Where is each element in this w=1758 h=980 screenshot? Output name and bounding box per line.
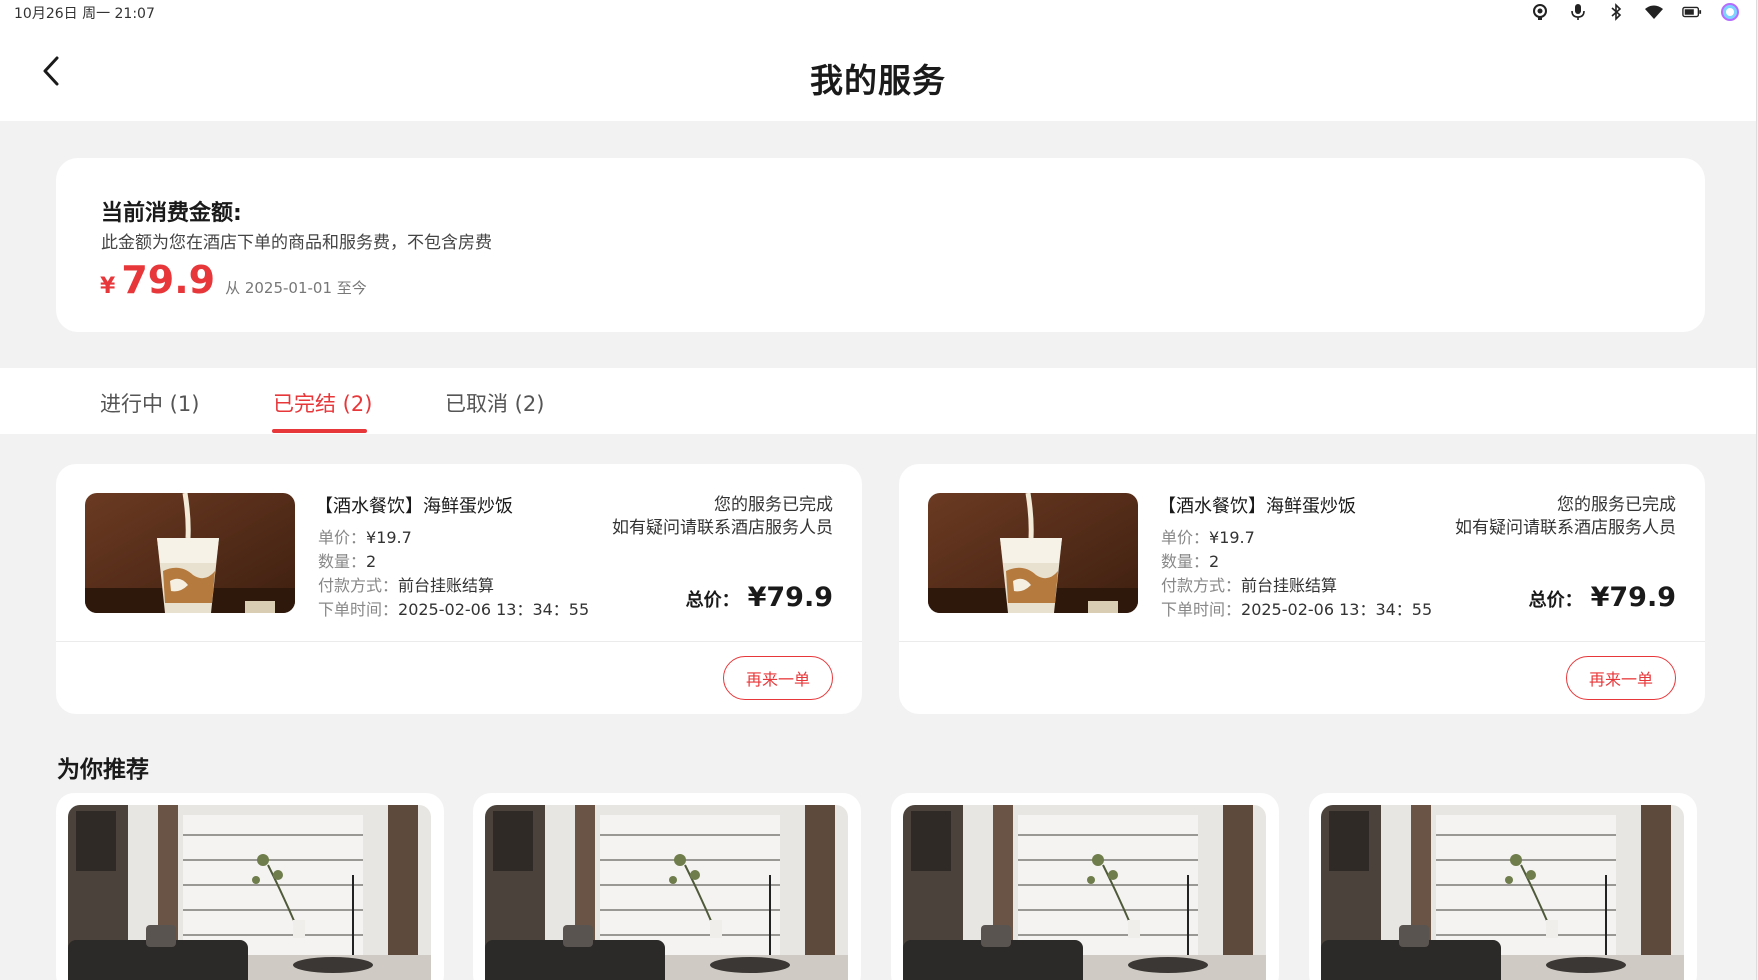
order-total: 总价： ¥79.9 (686, 582, 833, 613)
top-navbar: 我的服务 (0, 24, 1756, 121)
order-status: 您的服务已完成 如有疑问请联系酒店服务人员 (1455, 494, 1676, 540)
wifi-icon (1644, 2, 1664, 22)
battery-icon (1682, 2, 1702, 22)
total-label: 总价： (1528, 590, 1583, 611)
tab-completed[interactable]: 已完结 (2) (273, 388, 372, 418)
divider (56, 641, 862, 642)
order-time-label: 下单时间： (318, 600, 399, 619)
status-icons (1530, 1, 1740, 23)
status-time: 10月26日 周一 21:07 (14, 6, 155, 22)
unit-price-label: 单价： (1161, 528, 1210, 547)
product-image (85, 493, 295, 613)
amount-since: 从 2025-01-01 至今 (225, 279, 367, 297)
quantity-label: 数量： (1161, 552, 1210, 571)
amount-currency: ¥ (100, 274, 116, 299)
active-tab-underline (272, 429, 367, 433)
payment-label: 付款方式： (318, 576, 399, 595)
payment-label: 付款方式： (1161, 576, 1242, 595)
recommend-card[interactable] (891, 793, 1279, 980)
order-unit-price: 单价：¥19.7 (318, 524, 412, 548)
reorder-button[interactable]: 再来一单 (723, 656, 833, 700)
unit-price-value: ¥19.7 (1209, 528, 1255, 547)
order-time-label: 下单时间： (1161, 600, 1242, 619)
order-total: 总价： ¥79.9 (1529, 582, 1676, 613)
divider (899, 641, 1705, 642)
page-title: 我的服务 (810, 61, 946, 100)
order-card: 【酒水餐饮】海鲜蛋炒饭 单价：¥19.7 数量：2 付款方式：前台挂账结算 下单… (56, 464, 862, 714)
spending-summary-card: 当前消费金额: 此金额为您在酒店下单的商品和服务费，不包含房费 ¥ 79.9 从… (56, 158, 1705, 332)
status-line-contact: 如有疑问请联系酒店服务人员 (612, 518, 833, 538)
recommend-title: 为你推荐 (57, 757, 149, 783)
summary-title: 当前消费金额: (101, 201, 242, 226)
payment-value: 前台挂账结算 (398, 576, 495, 595)
order-card: 【酒水餐饮】海鲜蛋炒饭 单价：¥19.7 数量：2 付款方式：前台挂账结算 下单… (899, 464, 1705, 714)
status-line-completed: 您的服务已完成 (714, 495, 833, 515)
product-image (928, 493, 1138, 613)
total-value: ¥79.9 (1590, 582, 1676, 613)
order-product-name: 【酒水餐饮】海鲜蛋炒饭 (315, 496, 513, 517)
order-time: 下单时间：2025-02-06 13：34：55 (1161, 596, 1432, 620)
tab-in-progress[interactable]: 进行中 (1) (100, 388, 199, 418)
location-icon (1530, 2, 1550, 22)
order-quantity: 数量：2 (318, 548, 376, 572)
assistant-icon[interactable] (1720, 2, 1740, 22)
status-bar: 10月26日 周一 21:07 (0, 0, 1756, 24)
order-tabs: 进行中 (1) 已完结 (2) 已取消 (2) (0, 368, 1756, 434)
room-image (485, 805, 848, 980)
total-label: 总价： (685, 590, 740, 611)
quantity-value: 2 (1209, 552, 1220, 571)
unit-price-value: ¥19.7 (366, 528, 412, 547)
order-time-value: 2025-02-06 13：34：55 (398, 600, 590, 619)
app-page: 10月26日 周一 21:07 我的服务 当前消费金额: 此金额为您在酒店下单的… (0, 0, 1757, 980)
order-product-name: 【酒水餐饮】海鲜蛋炒饭 (1158, 496, 1356, 517)
room-image (903, 805, 1266, 980)
room-image (1321, 805, 1684, 980)
summary-description: 此金额为您在酒店下单的商品和服务费，不包含房费 (101, 233, 492, 253)
reorder-button[interactable]: 再来一单 (1566, 656, 1676, 700)
order-payment-method: 付款方式：前台挂账结算 (318, 572, 494, 596)
order-quantity: 数量：2 (1161, 548, 1219, 572)
unit-price-label: 单价： (318, 528, 367, 547)
order-status: 您的服务已完成 如有疑问请联系酒店服务人员 (612, 494, 833, 540)
order-payment-method: 付款方式：前台挂账结算 (1161, 572, 1337, 596)
summary-amount: ¥ 79.9 从 2025-01-01 至今 (100, 258, 367, 302)
order-time-value: 2025-02-06 13：34：55 (1241, 600, 1433, 619)
status-line-completed: 您的服务已完成 (1557, 495, 1676, 515)
total-value: ¥79.9 (747, 582, 833, 613)
status-line-contact: 如有疑问请联系酒店服务人员 (1455, 518, 1676, 538)
quantity-value: 2 (366, 552, 377, 571)
room-image (68, 805, 431, 980)
payment-value: 前台挂账结算 (1241, 576, 1338, 595)
order-time: 下单时间：2025-02-06 13：34：55 (318, 596, 589, 620)
recommend-card[interactable] (56, 793, 444, 980)
recommend-card[interactable] (473, 793, 861, 980)
bluetooth-icon (1606, 2, 1626, 22)
recommend-card[interactable] (1309, 793, 1697, 980)
mic-icon (1568, 2, 1588, 22)
order-unit-price: 单价：¥19.7 (1161, 524, 1255, 548)
quantity-label: 数量： (318, 552, 367, 571)
tab-cancelled[interactable]: 已取消 (2) (445, 388, 544, 418)
amount-value: 79.9 (121, 258, 216, 302)
